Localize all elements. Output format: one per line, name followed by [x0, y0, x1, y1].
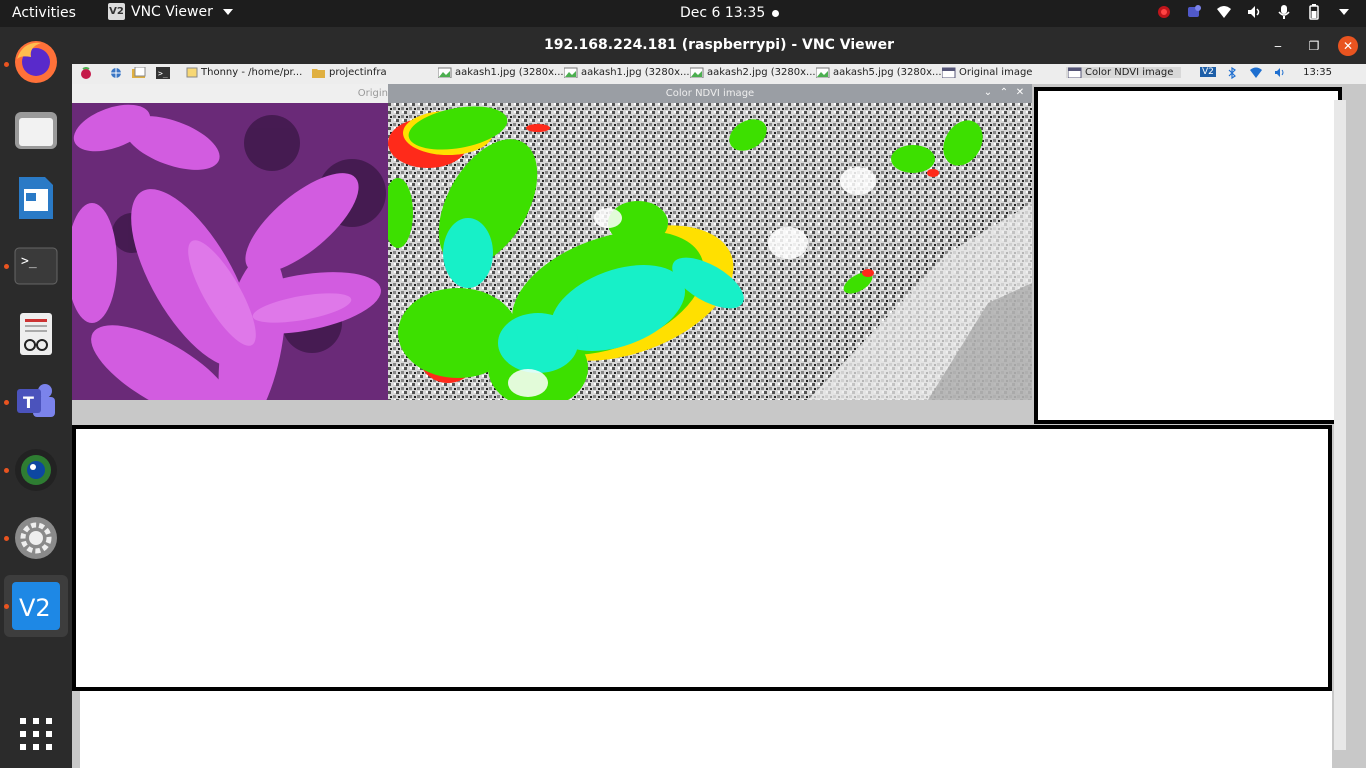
activities-button[interactable]: Activities: [12, 5, 76, 21]
notification-dot-icon: [772, 10, 779, 17]
running-indicator: [4, 604, 9, 609]
color-ndvi-window[interactable]: Color NDVI image ⌄ ⌃ ✕: [388, 84, 1032, 400]
volume-icon[interactable]: [1246, 4, 1262, 20]
taskbar-item-projectinfra[interactable]: projectinfra: [312, 67, 387, 78]
vnc-viewer-icon[interactable]: V2: [12, 582, 60, 630]
teams-icon[interactable]: T: [12, 378, 60, 426]
svg-text:V2: V2: [19, 594, 51, 622]
taskbar-item-aakash2[interactable]: aakash2.jpg (3280x...: [690, 67, 816, 78]
show-apps-icon[interactable]: [12, 710, 60, 758]
vnc-viewer-window: 192.168.224.181 (raspberrypi) - VNC View…: [72, 27, 1366, 768]
running-indicator: [4, 468, 9, 473]
rpi-taskbar: >_ Thonny - /home/pr... projectinfra aak…: [72, 64, 1366, 84]
blank-window-right[interactable]: [1034, 87, 1342, 424]
files-icon[interactable]: [12, 106, 60, 154]
svg-text:T: T: [23, 393, 34, 412]
writer-icon[interactable]: [12, 174, 60, 222]
vertical-scrollbar[interactable]: [1334, 100, 1346, 750]
chevron-down-icon: [222, 8, 233, 15]
svg-text:>_: >_: [158, 69, 168, 78]
volume-icon[interactable]: [1274, 67, 1286, 78]
wifi-icon[interactable]: [1250, 67, 1262, 78]
original-image-titlebar[interactable]: Origin: [72, 84, 390, 103]
wifi-icon[interactable]: [1216, 4, 1232, 20]
maximize-button[interactable]: ❐: [1304, 36, 1324, 56]
ndvi-close-button[interactable]: ✕: [1014, 87, 1026, 99]
running-indicator: [4, 536, 9, 541]
blank-area: [80, 691, 1332, 768]
terminal-icon[interactable]: >_: [156, 67, 170, 79]
firefox-icon[interactable]: [12, 38, 60, 86]
vnc-titlebar[interactable]: 192.168.224.181 (raspberrypi) - VNC View…: [72, 27, 1366, 64]
color-ndvi-title-label: Color NDVI image: [665, 88, 755, 99]
remote-desktop[interactable]: >_ Thonny - /home/pr... projectinfra aak…: [72, 64, 1366, 768]
taskbar-item-original-image[interactable]: Original image: [942, 67, 1032, 78]
browser-icon[interactable]: [110, 67, 122, 79]
terminal-icon[interactable]: >_: [12, 242, 60, 290]
rpi-clock[interactable]: 13:35: [1303, 67, 1332, 78]
app-menu-label: VNC Viewer: [131, 3, 213, 20]
window-title: 192.168.224.181 (raspberrypi) - VNC View…: [544, 37, 894, 53]
record-icon[interactable]: [1156, 4, 1172, 20]
microphone-icon[interactable]: [1276, 4, 1292, 20]
raspberry-menu-icon[interactable]: [80, 67, 92, 79]
file-manager-icon[interactable]: [132, 67, 146, 79]
taskbar-item-aakash1-a[interactable]: aakash1.jpg (3280x...: [438, 67, 564, 78]
ndvi-image-picture: [388, 103, 1032, 400]
teams-tray-icon[interactable]: [1186, 4, 1202, 20]
ndvi-minimize-button[interactable]: ⌄: [982, 87, 994, 99]
original-image-window[interactable]: Origin: [72, 84, 390, 400]
app-menu[interactable]: V2 VNC Viewer: [108, 3, 233, 20]
running-indicator: [4, 400, 9, 405]
blank-window-bottom[interactable]: [72, 425, 1332, 691]
running-indicator: [4, 62, 9, 67]
color-ndvi-titlebar[interactable]: Color NDVI image ⌄ ⌃ ✕: [388, 84, 1032, 103]
system-menu-chevron-icon[interactable]: [1336, 4, 1352, 20]
ndvi-maximize-button[interactable]: ⌃: [998, 87, 1010, 99]
taskbar-item-aakash1-b[interactable]: aakash1.jpg (3280x...: [564, 67, 690, 78]
document-viewer-icon[interactable]: [12, 310, 60, 358]
minimize-button[interactable]: ‒: [1268, 36, 1288, 56]
camera-icon[interactable]: [12, 446, 60, 494]
top-bar: Activities V2 VNC Viewer Dec 6 13:35: [0, 0, 1366, 27]
original-image-picture: [72, 103, 390, 400]
system-tray[interactable]: [1156, 4, 1352, 20]
vnc-app-icon: V2: [108, 3, 125, 20]
dock: >_ T V2: [0, 27, 72, 768]
close-button[interactable]: ✕: [1338, 36, 1358, 56]
vnc-server-badge[interactable]: V2: [1200, 67, 1216, 77]
svg-text:>_: >_: [21, 254, 37, 269]
battery-icon[interactable]: [1306, 4, 1322, 20]
bluetooth-icon[interactable]: [1228, 67, 1236, 79]
taskbar-item-color-ndvi[interactable]: Color NDVI image: [1066, 67, 1182, 78]
taskbar-item-aakash5[interactable]: aakash5.jpg (3280x...: [816, 67, 942, 78]
settings-icon[interactable]: [12, 514, 60, 562]
clock[interactable]: Dec 6 13:35: [680, 5, 765, 21]
taskbar-item-thonny[interactable]: Thonny - /home/pr...: [186, 67, 302, 78]
running-indicator: [4, 264, 9, 269]
